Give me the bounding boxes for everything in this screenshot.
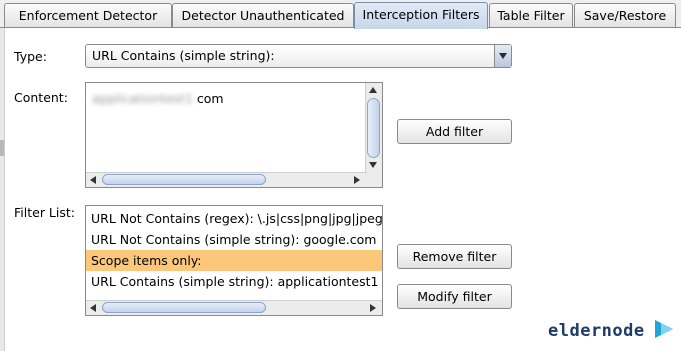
content-textarea[interactable]: applicationtest1 com — [85, 82, 383, 188]
scroll-up-icon[interactable] — [369, 87, 377, 93]
play-arrow-icon — [655, 320, 673, 338]
scroll-down-icon[interactable] — [369, 162, 377, 168]
filter-list-item-selected[interactable]: Scope items only: — [86, 250, 382, 271]
content-text: applicationtest1 com — [92, 91, 224, 106]
content-label: Content: — [14, 90, 68, 105]
filter-list-item[interactable]: URL Not Contains (simple string): google… — [86, 229, 382, 250]
tab-bar: Enforcement Detector Detector Unauthenti… — [0, 0, 681, 29]
panel-left-edge — [0, 28, 5, 351]
type-label: Type: — [14, 49, 47, 64]
content-vertical-scroll-thumb[interactable] — [367, 98, 380, 158]
scroll-right-icon[interactable] — [370, 304, 376, 312]
scroll-corner — [366, 173, 382, 187]
tab-enforcement-detector[interactable]: Enforcement Detector — [4, 3, 172, 27]
filter-list-horizontal-scroll-thumb[interactable] — [102, 302, 266, 313]
filter-list[interactable]: URL Not Contains (regex): \.js|css|png|j… — [85, 205, 383, 316]
tab-interception-filters[interactable]: Interception Filters — [354, 2, 488, 29]
tab-save-restore[interactable]: Save/Restore — [574, 3, 676, 27]
splitter-handle[interactable] — [0, 140, 4, 156]
content-text-suffix: com — [196, 91, 224, 106]
eldernode-logo: eldernode — [548, 320, 673, 342]
content-vertical-scrollbar[interactable] — [365, 83, 382, 173]
content-horizontal-scroll-thumb[interactable] — [102, 174, 266, 185]
tab-table-filter[interactable]: Table Filter — [489, 3, 573, 27]
add-filter-button[interactable]: Add filter — [397, 119, 512, 144]
eldernode-logo-text: eldernode — [548, 321, 645, 341]
filter-list-horizontal-scrollbar[interactable] — [86, 300, 382, 315]
scroll-left-icon[interactable] — [90, 304, 96, 312]
filter-list-item[interactable]: URL Contains (simple string): applicatio… — [86, 271, 382, 292]
filter-list-label: Filter List: — [14, 205, 75, 220]
chevron-down-icon[interactable] — [494, 45, 511, 67]
type-dropdown-value: URL Contains (simple string): — [92, 48, 275, 63]
content-text-blurred: applicationtest1 — [92, 91, 193, 106]
modify-filter-button[interactable]: Modify filter — [397, 284, 512, 309]
scroll-right-icon[interactable] — [354, 176, 360, 184]
type-dropdown[interactable]: URL Contains (simple string): — [85, 44, 512, 68]
content-horizontal-scrollbar[interactable] — [86, 172, 367, 187]
remove-filter-button[interactable]: Remove filter — [397, 244, 512, 269]
scroll-left-icon[interactable] — [90, 176, 96, 184]
filter-list-item[interactable]: URL Not Contains (regex): \.js|css|png|j… — [86, 208, 382, 229]
tab-detector-unauthenticated[interactable]: Detector Unauthenticated — [172, 3, 354, 27]
